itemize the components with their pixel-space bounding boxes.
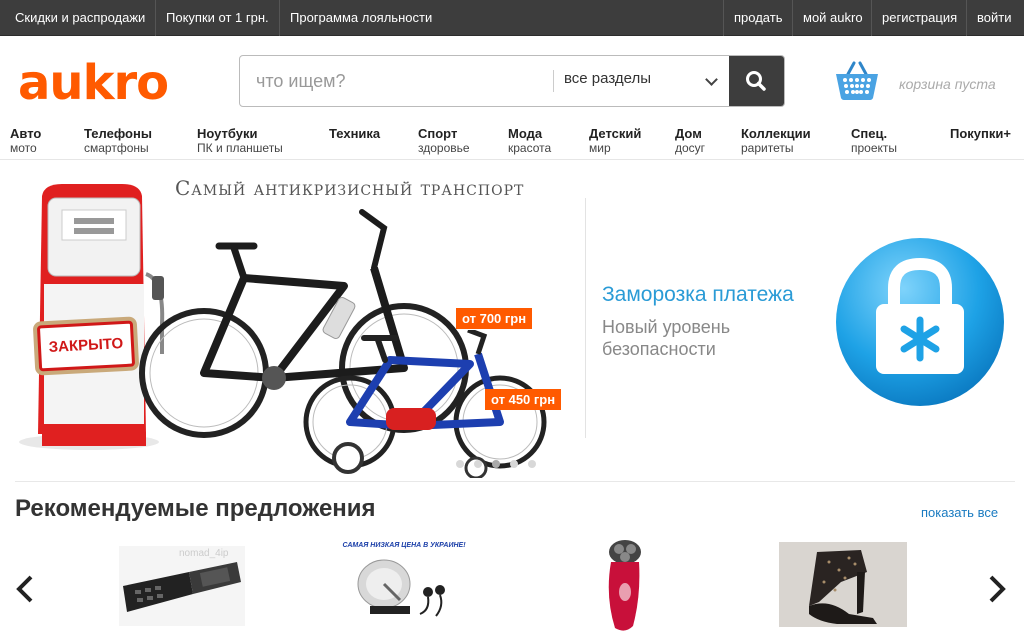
category-title: Техника bbox=[329, 126, 381, 141]
category-subtitle: здоровье bbox=[418, 141, 470, 155]
category-title: Дом bbox=[675, 126, 702, 141]
link-my-aukro[interactable]: мой aukro bbox=[792, 0, 873, 36]
category-subtitle: досуг bbox=[675, 141, 706, 155]
category-phones[interactable]: Телефоны смартфоны bbox=[84, 126, 152, 155]
product-card-shoes[interactable] bbox=[779, 542, 907, 627]
link-purchases-from-1[interactable]: Покупки от 1 грн. bbox=[156, 0, 280, 36]
category-title: Коллекции bbox=[741, 126, 811, 141]
closed-sign: ЗАКРЫТО bbox=[36, 320, 136, 372]
search-icon bbox=[746, 71, 766, 91]
search-button[interactable] bbox=[729, 56, 784, 106]
category-subtitle: красота bbox=[508, 141, 552, 155]
category-home[interactable]: Дом досуг bbox=[675, 126, 705, 155]
promo-banner[interactable]: Самый антикризисный транспорт ЗАКРЫТО от… bbox=[0, 162, 1024, 478]
category-nav: Авто мото Телефоны смартфоны Ноутбуки ПК и … bbox=[0, 122, 1024, 160]
aukro-logo[interactable]: aukro bbox=[18, 58, 169, 108]
category-select[interactable]: все разделы bbox=[554, 56, 730, 106]
category-title: Мода bbox=[508, 126, 543, 141]
category-subtitle: ПК и планшеты bbox=[197, 141, 283, 155]
carousel-dot[interactable] bbox=[492, 460, 500, 468]
carousel-dots bbox=[456, 455, 546, 473]
section-divider bbox=[15, 481, 1015, 482]
banner-title: Самый антикризисный транспорт bbox=[175, 176, 525, 200]
category-subtitle: проекты bbox=[851, 141, 898, 155]
search-input[interactable] bbox=[240, 56, 554, 106]
category-fashion[interactable]: Мода красота bbox=[508, 126, 551, 155]
category-subtitle: мир bbox=[589, 141, 611, 155]
link-loyalty-program[interactable]: Программа лояльности bbox=[280, 0, 442, 36]
search-bar: все разделы bbox=[239, 55, 785, 107]
carousel-dot[interactable] bbox=[510, 460, 518, 468]
category-title: Авто bbox=[10, 126, 42, 141]
high-heel-shoe-image bbox=[809, 550, 877, 624]
category-special[interactable]: Спец. проекты bbox=[851, 126, 897, 155]
show-all-link[interactable]: показать все bbox=[921, 505, 998, 520]
category-select-value: все разделы bbox=[564, 70, 652, 87]
category-title: Покупки+ bbox=[950, 126, 1011, 141]
category-purchases-plus[interactable]: Покупки+ bbox=[950, 126, 1011, 141]
category-title: Ноутбуки bbox=[197, 126, 258, 141]
payment-freeze-subtitle: Новый уровень безопасности bbox=[602, 317, 731, 359]
recommended-title: Рекомендуемые предложения bbox=[15, 495, 376, 522]
category-title: Спец. bbox=[851, 126, 888, 141]
electric-shaver-image bbox=[608, 540, 641, 631]
category-electronics[interactable]: Техника bbox=[329, 126, 380, 141]
carousel-dot[interactable] bbox=[456, 460, 464, 468]
product-promo-text: САМАЯ НИЗКАЯ ЦЕНА В УКРАИНЕ! bbox=[342, 542, 466, 549]
product-card-phone[interactable]: nomad_4ip bbox=[119, 546, 245, 626]
lock-icon bbox=[834, 236, 1006, 408]
product-watermark: nomad_4ip bbox=[179, 548, 229, 559]
category-title: Детский bbox=[589, 126, 642, 141]
category-subtitle: мото bbox=[10, 141, 37, 155]
price-tag-kids: от 450 грн bbox=[485, 389, 562, 410]
category-auto[interactable]: Авто мото bbox=[10, 126, 41, 155]
payment-freeze-title: Заморозка платежа bbox=[602, 283, 794, 306]
cart-status[interactable]: корзина пуста bbox=[899, 76, 996, 92]
product-card-shaver[interactable] bbox=[595, 536, 653, 634]
link-sell[interactable]: продать bbox=[723, 0, 792, 36]
category-subtitle: раритеты bbox=[741, 141, 794, 155]
chevron-down-icon bbox=[705, 73, 718, 86]
satellite-dish-image bbox=[357, 559, 445, 617]
closed-sign-text: ЗАКРЫТО bbox=[48, 335, 124, 356]
category-sport[interactable]: Спорт здоровье bbox=[418, 126, 470, 155]
carousel-dot[interactable] bbox=[528, 460, 536, 468]
category-subtitle: смартфоны bbox=[84, 141, 149, 155]
link-login[interactable]: войти bbox=[966, 0, 1021, 36]
category-kids[interactable]: Детский мир bbox=[589, 126, 641, 155]
chevron-left-icon[interactable] bbox=[13, 574, 37, 604]
top-bar: Скидки и распродажи Покупки от 1 грн. Пр… bbox=[0, 0, 1024, 36]
link-discounts[interactable]: Скидки и распродажи bbox=[5, 0, 157, 36]
banner-divider bbox=[585, 198, 586, 438]
chevron-right-icon[interactable] bbox=[985, 574, 1009, 604]
price-tag-adult: от 700 грн bbox=[456, 308, 533, 329]
category-title: Телефоны bbox=[84, 126, 152, 141]
basket-icon[interactable] bbox=[834, 61, 880, 101]
carousel-dot[interactable] bbox=[474, 460, 482, 468]
link-register[interactable]: регистрация bbox=[871, 0, 967, 36]
category-collections[interactable]: Коллекции раритеты bbox=[741, 126, 811, 155]
category-laptops[interactable]: Ноутбуки ПК и планшеты bbox=[197, 126, 283, 155]
product-card-satellite[interactable]: САМАЯ НИЗКАЯ ЦЕНА В УКРАИНЕ! bbox=[340, 540, 468, 628]
category-title: Спорт bbox=[418, 126, 458, 141]
